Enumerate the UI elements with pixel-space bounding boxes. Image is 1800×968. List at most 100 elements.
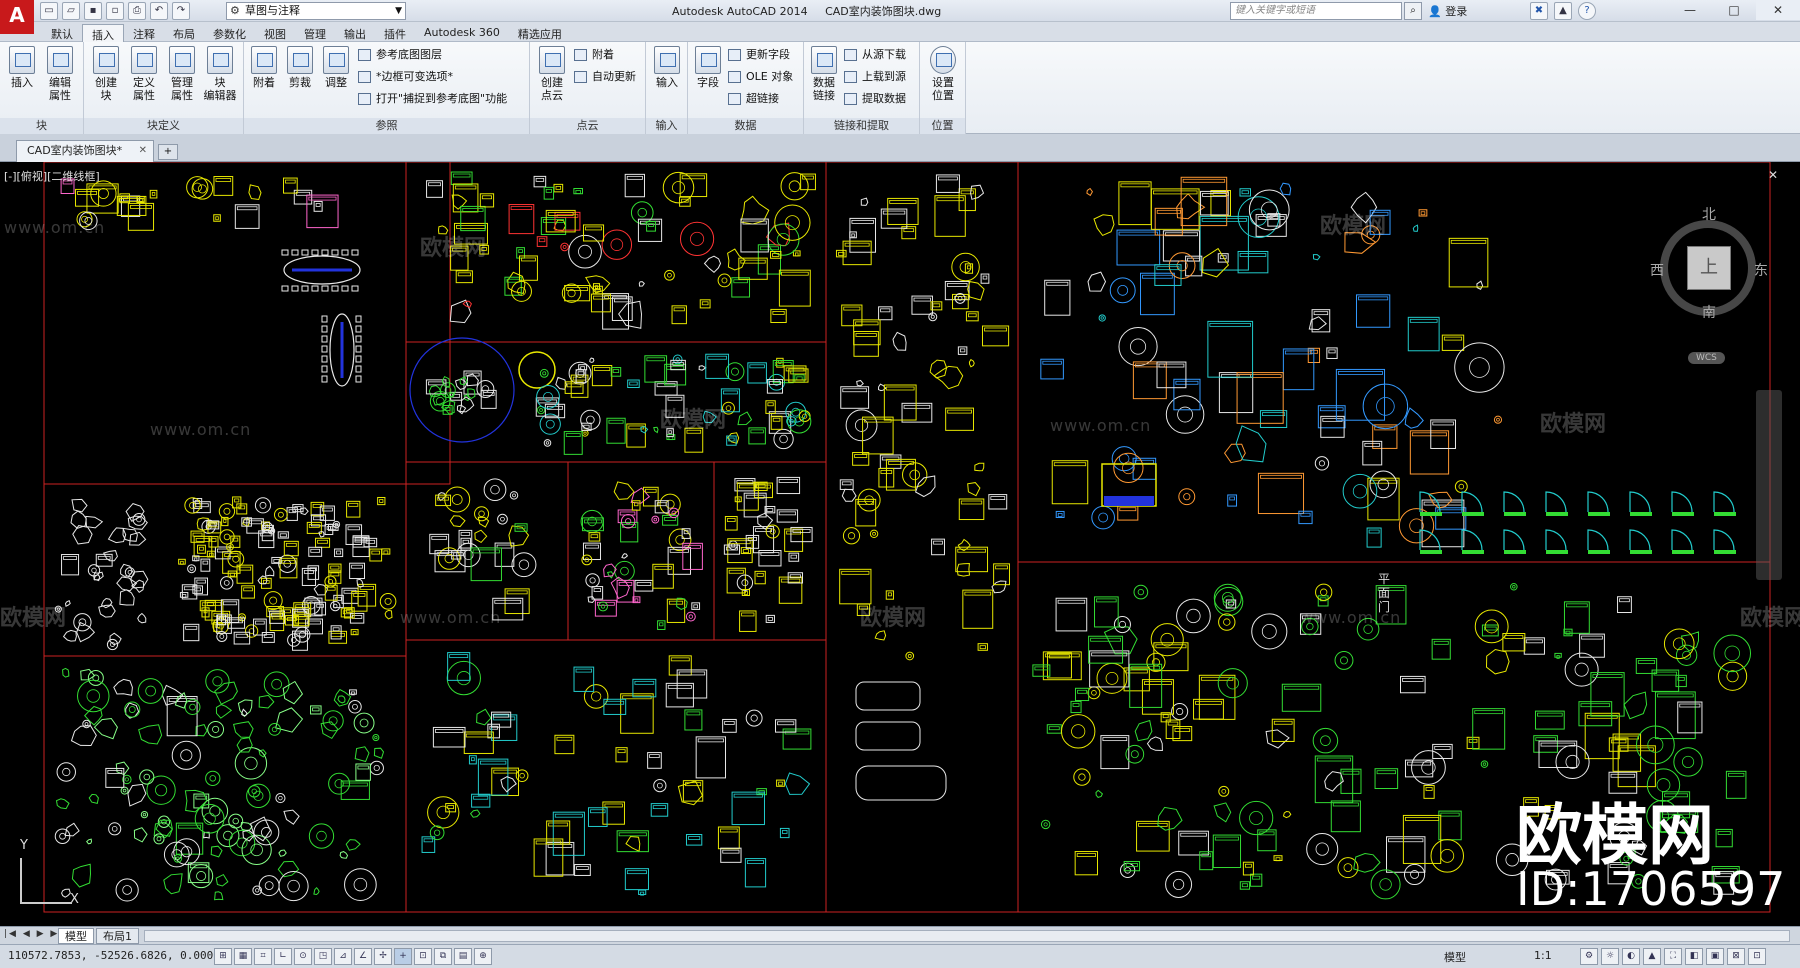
status-toggle-4[interactable]: ⊙: [294, 948, 312, 965]
compass-east[interactable]: 东: [1754, 260, 1768, 280]
new-tab-button[interactable]: +: [158, 144, 178, 160]
wcs-menu[interactable]: WCS: [1688, 352, 1725, 364]
tab-3[interactable]: 布局: [164, 24, 204, 42]
new-icon[interactable]: ▭: [40, 2, 58, 20]
exchange-icon[interactable]: ✖: [1530, 2, 1548, 20]
model-space-button[interactable]: 模型: [1444, 949, 1466, 965]
status-toggle-9[interactable]: +: [394, 948, 412, 965]
close-icon[interactable]: ✕: [1768, 168, 1778, 182]
drawing-canvas[interactable]: [-][俯视][二维线框] ✕ 上 北 南 东 西 WCS 平面门 Y X ww…: [0, 162, 1800, 926]
block-editor-button[interactable]: 块 编辑器: [202, 46, 238, 102]
coordinate-readout[interactable]: 110572.7853, -52526.6826, 0.0000: [8, 949, 220, 962]
tray-icon-6[interactable]: ▣: [1706, 948, 1724, 965]
underlay-layers-button[interactable]: 参考底图图层: [358, 46, 442, 64]
status-toggle-1[interactable]: ▦: [234, 948, 252, 965]
layout-nav-arrows[interactable]: |◀ ◀ ▶ ▶|: [4, 929, 64, 939]
viewport-controls[interactable]: [-][俯视][二维线框]: [4, 168, 100, 184]
manage-attribute-button[interactable]: 管理 属性: [164, 46, 200, 102]
print-icon[interactable]: ⎙: [128, 2, 146, 20]
status-toggle-8[interactable]: ✢: [374, 948, 392, 965]
data-link-button[interactable]: 数据 链接: [806, 46, 842, 102]
search-input[interactable]: 键入关键字或短语: [1230, 2, 1402, 20]
tab-0[interactable]: 默认: [42, 24, 82, 42]
import-button[interactable]: 输入: [649, 46, 685, 89]
save-icon[interactable]: ▪: [84, 2, 102, 20]
status-toggle-12[interactable]: ▤: [454, 948, 472, 965]
tab-8[interactable]: 插件: [375, 24, 415, 42]
define-attribute-button[interactable]: 定义 属性: [126, 46, 162, 102]
tab-6[interactable]: 管理: [295, 24, 335, 42]
minimize-icon[interactable]: —: [1668, 0, 1712, 20]
annotation-scale[interactable]: 1:1: [1534, 949, 1552, 962]
horizontal-scrollbar[interactable]: [144, 930, 1790, 942]
pc-attach-button[interactable]: 附着: [574, 46, 614, 64]
maximize-icon[interactable]: □: [1712, 0, 1756, 20]
download-source-button[interactable]: 从源下载: [844, 46, 906, 64]
extract-data-button[interactable]: 提取数据: [844, 90, 906, 108]
ole-object-button[interactable]: OLE 对象: [728, 68, 793, 86]
status-toggle-10[interactable]: ⊡: [414, 948, 432, 965]
snap-underlay-button[interactable]: 打开"捕捉到参考底图"功能: [358, 90, 507, 108]
compass-west[interactable]: 西: [1650, 260, 1664, 280]
hyperlink-button[interactable]: 超链接: [728, 90, 779, 108]
clip-button[interactable]: 剪裁: [282, 46, 318, 89]
status-toggle-0[interactable]: ⊞: [214, 948, 232, 965]
tab-1[interactable]: 插入: [82, 24, 124, 42]
insert-button[interactable]: 插入: [4, 46, 40, 89]
undo-icon[interactable]: ↶: [150, 2, 168, 20]
auto-update-button[interactable]: 自动更新: [574, 68, 636, 86]
tray-icon-4[interactable]: ⛶: [1664, 948, 1682, 965]
status-toggle-7[interactable]: ∠: [354, 948, 372, 965]
compass-south[interactable]: 南: [1702, 302, 1716, 322]
tab-model[interactable]: 模型: [58, 928, 94, 944]
edit-attribute-button[interactable]: 编辑 属性: [42, 46, 78, 102]
tab-9[interactable]: Autodesk 360: [415, 24, 509, 42]
furniture-detail: [1130, 750, 1139, 759]
close-icon[interactable]: ✕: [139, 141, 147, 161]
update-fields-button[interactable]: 更新字段: [728, 46, 790, 64]
status-toggle-6[interactable]: ⊿: [334, 948, 352, 965]
search-icon[interactable]: ⌕: [1404, 2, 1422, 20]
tray-icon-2[interactable]: ◐: [1622, 948, 1640, 965]
status-toggle-2[interactable]: ⌗: [254, 948, 272, 965]
attach-button[interactable]: 附着: [246, 46, 282, 89]
tray-icon-7[interactable]: ⊠: [1727, 948, 1745, 965]
viewcube[interactable]: 上 北 南 东 西: [1650, 206, 1770, 326]
tray-icon-0[interactable]: ⚙: [1580, 948, 1598, 965]
viewcube-top-face[interactable]: 上: [1687, 246, 1731, 290]
navigation-bar[interactable]: [1756, 390, 1782, 580]
workspace-select[interactable]: ⚙ 草图与注释 ▼: [226, 2, 406, 20]
create-point-cloud-button[interactable]: 创建 点云: [534, 46, 570, 102]
application-menu-button[interactable]: A: [0, 0, 34, 34]
adjust-button[interactable]: 调整: [318, 46, 354, 89]
upload-source-button[interactable]: 上载到源: [844, 68, 906, 86]
tab-2[interactable]: 注释: [124, 24, 164, 42]
tab-10[interactable]: 精选应用: [509, 24, 571, 42]
tab-layout1[interactable]: 布局1: [96, 928, 139, 944]
tray-icon-3[interactable]: ▲: [1643, 948, 1661, 965]
save-as-icon[interactable]: ▫: [106, 2, 124, 20]
set-location-button[interactable]: 设置 位置: [925, 46, 961, 102]
redo-icon[interactable]: ↷: [172, 2, 190, 20]
help-icon[interactable]: ?: [1578, 2, 1596, 20]
frame-variable-button[interactable]: *边框可变选项*: [358, 68, 453, 86]
furniture-detail: [1046, 281, 1069, 286]
create-block-button[interactable]: 创建 块: [88, 46, 124, 102]
tray-icon-5[interactable]: ◧: [1685, 948, 1703, 965]
login-button[interactable]: 👤 登录: [1428, 3, 1467, 19]
tab-5[interactable]: 视图: [255, 24, 295, 42]
status-toggle-3[interactable]: ∟: [274, 948, 292, 965]
status-toggle-11[interactable]: ⧉: [434, 948, 452, 965]
tray-icon-1[interactable]: ☼: [1601, 948, 1619, 965]
status-toggle-5[interactable]: ◳: [314, 948, 332, 965]
status-toggle-13[interactable]: ⊕: [474, 948, 492, 965]
field-button[interactable]: 字段: [690, 46, 726, 89]
close-icon[interactable]: ✕: [1756, 0, 1800, 20]
compass-north[interactable]: 北: [1702, 204, 1716, 224]
tray-icon-8[interactable]: ⊡: [1748, 948, 1766, 965]
document-tab[interactable]: CAD室内装饰图块* ✕: [16, 140, 154, 162]
autodesk-icon[interactable]: ▲: [1554, 2, 1572, 20]
tab-7[interactable]: 输出: [335, 24, 375, 42]
tab-4[interactable]: 参数化: [204, 24, 255, 42]
open-icon[interactable]: ▱: [62, 2, 80, 20]
